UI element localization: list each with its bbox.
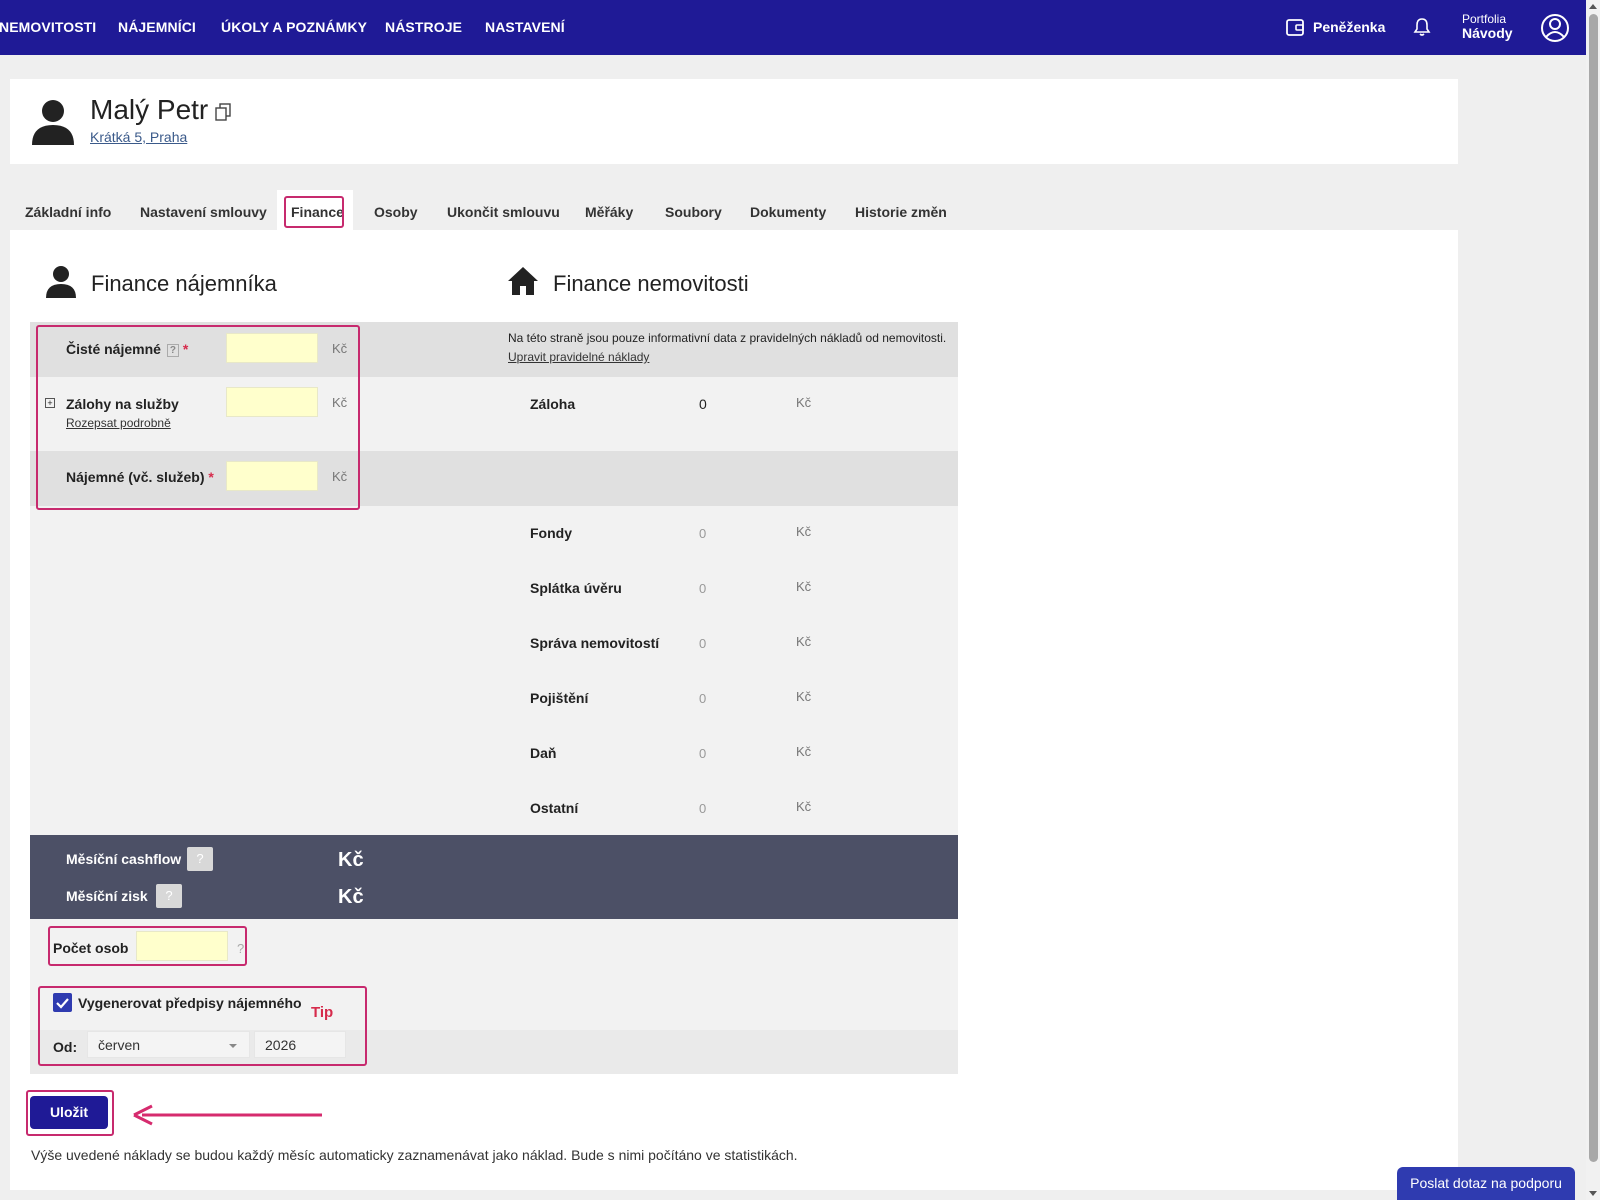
cost-label-tax: Daň xyxy=(530,745,557,761)
cost-currency-other: Kč xyxy=(796,799,812,814)
user-avatar-icon[interactable] xyxy=(1540,13,1570,43)
scrollbar-thumb[interactable] xyxy=(1589,14,1598,1162)
cost-value-tax: 0 xyxy=(699,746,707,761)
arrow-left-icon xyxy=(133,1104,322,1126)
cashflow-currency: Kč xyxy=(338,849,364,871)
cost-label-loan: Splátka úvěru xyxy=(530,580,622,596)
tab-persons[interactable]: Osoby xyxy=(374,204,418,220)
wallet-label: Peněženka xyxy=(1313,19,1386,35)
property-finance-title: Finance nemovitosti xyxy=(553,271,749,296)
cost-value-management: 0 xyxy=(699,636,707,651)
cost-value-funds: 0 xyxy=(699,526,707,541)
tab-change-history[interactable]: Historie změn xyxy=(855,204,947,220)
nav-item-tenants[interactable]: NÁJEMNÍCI xyxy=(118,19,196,35)
wallet-icon xyxy=(1286,19,1304,36)
persons-highlight xyxy=(48,926,247,966)
tab-contract-settings[interactable]: Nastavení smlouvy xyxy=(140,204,267,220)
bell-icon[interactable] xyxy=(1413,17,1431,37)
tenant-person-icon xyxy=(46,266,76,298)
cost-currency-loan: Kč xyxy=(796,579,812,594)
edit-regular-costs-link[interactable]: Upravit pravidelné náklady xyxy=(508,350,649,364)
tenant-address-link[interactable]: Krátká 5, Praha xyxy=(90,129,187,145)
tab-finance-highlight xyxy=(284,196,344,228)
tenant-header-card: Malý Petr Krátká 5, Praha xyxy=(10,79,1458,164)
cost-label-insurance: Pojištění xyxy=(530,690,589,706)
cost-value-loan: 0 xyxy=(699,581,707,596)
tab-bar: Základní info Nastavení smlouvy Finance … xyxy=(10,190,1010,230)
monthly-profit-label: Měsíční zisk xyxy=(66,888,148,904)
cost-label-management: Správa nemovitostí xyxy=(530,635,660,651)
scroll-up-icon[interactable] xyxy=(1589,4,1597,9)
tab-meters[interactable]: Měřáky xyxy=(585,204,633,220)
cost-label-other: Ostatní xyxy=(530,800,579,816)
monthly-cashflow-label: Měsíční cashflow xyxy=(66,851,182,867)
deposit-label: Záloha xyxy=(530,396,576,412)
cost-value-other: 0 xyxy=(699,801,707,816)
copy-icon[interactable] xyxy=(215,103,231,121)
deposit-currency: Kč xyxy=(796,395,812,410)
scrollbar[interactable] xyxy=(1586,0,1600,1200)
cost-currency-management: Kč xyxy=(796,634,812,649)
portfolio-switcher[interactable]: Portfolia Návody xyxy=(1462,12,1513,40)
cashflow-help-button[interactable]: ? xyxy=(187,847,213,871)
footer-note: Výše uvedené náklady se budou každý měsí… xyxy=(31,1147,798,1163)
generate-highlight xyxy=(38,986,367,1066)
tenant-finance-title: Finance nájemníka xyxy=(91,271,277,296)
tab-files[interactable]: Soubory xyxy=(665,204,722,220)
cost-value-insurance: 0 xyxy=(699,691,707,706)
house-icon xyxy=(508,267,538,295)
tenant-name: Malý Petr xyxy=(90,94,209,125)
tenant-fields-highlight xyxy=(36,325,360,510)
portfolio-label: Portfolia xyxy=(1462,12,1507,26)
tab-end-contract[interactable]: Ukončit smlouvu xyxy=(447,204,560,220)
profit-currency: Kč xyxy=(338,886,364,908)
property-info-text: Na této straně jsou pouze informativní d… xyxy=(508,331,947,345)
wallet-link[interactable]: Peněženka xyxy=(1285,17,1385,37)
support-button[interactable]: Poslat dotaz na podporu xyxy=(1397,1167,1575,1200)
tab-basic-info[interactable]: Základní info xyxy=(25,204,111,220)
cost-currency-tax: Kč xyxy=(796,744,812,759)
save-button[interactable]: Uložit xyxy=(30,1096,108,1129)
nav-item-tasks-notes[interactable]: ÚKOLY A POZNÁMKY xyxy=(221,19,367,35)
portfolio-value: Návody xyxy=(1462,25,1513,41)
cost-currency-insurance: Kč xyxy=(796,689,812,704)
nav-item-tools[interactable]: NÁSTROJE xyxy=(385,19,462,35)
scroll-down-icon[interactable] xyxy=(1589,1191,1597,1196)
deposit-value: 0 xyxy=(699,396,707,412)
cost-label-funds: Fondy xyxy=(530,525,572,541)
nav-item-properties[interactable]: NEMOVITOSTI xyxy=(0,19,96,35)
tab-documents[interactable]: Dokumenty xyxy=(750,204,826,220)
profit-help-button[interactable]: ? xyxy=(156,884,182,908)
nav-item-settings[interactable]: NASTAVENÍ xyxy=(485,19,565,35)
cost-currency-funds: Kč xyxy=(796,524,812,539)
person-icon xyxy=(32,100,74,145)
top-navigation: NEMOVITOSTI NÁJEMNÍCI ÚKOLY A POZNÁMKY N… xyxy=(0,0,1586,55)
